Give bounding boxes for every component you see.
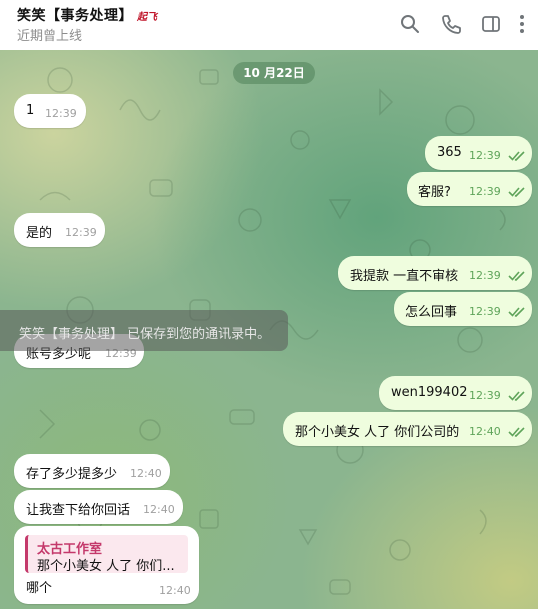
sidebar-toggle-icon[interactable] [480, 13, 502, 35]
search-icon[interactable] [399, 13, 421, 35]
message-time: 12:40 [469, 425, 501, 438]
chat-title[interactable]: 笑笑【事务处理】 [17, 5, 133, 25]
message-text: 那个小美女 人了 你们公司的 [295, 425, 460, 440]
message-time: 12:39 [469, 185, 501, 198]
message-text: 我提款 一直不审核 [350, 269, 459, 284]
message-incoming[interactable]: 是的 12:39 [14, 213, 105, 247]
read-receipt-icon [508, 150, 526, 162]
message-outgoing[interactable]: 客服? 12:39 [407, 172, 532, 206]
read-receipt-icon [508, 270, 526, 282]
message-time: 12:39 [45, 107, 77, 120]
message-outgoing[interactable]: 我提款 一直不审核 12:39 [338, 256, 532, 290]
toast-text: 笑笑【事务处理】 已保存到您的通讯录中。 [19, 327, 271, 342]
reply-quote[interactable]: 太古工作室 那个小美女 人了 你们... [25, 535, 188, 574]
message-text: 是的 [26, 226, 53, 241]
message-incoming[interactable]: 让我查下给你回话 12:40 [14, 490, 183, 524]
title-badge: 起飞 [137, 11, 157, 23]
read-receipt-icon [508, 426, 526, 438]
message-text: 哪个 [26, 581, 53, 596]
message-time: 12:39 [469, 305, 501, 318]
phone-icon[interactable] [440, 13, 462, 35]
message-time: 12:39 [469, 149, 501, 162]
message-incoming-reply[interactable]: 太古工作室 那个小美女 人了 你们... 哪个 12:40 [14, 526, 199, 604]
message-time: 12:40 [143, 503, 175, 516]
chat-status: 近期曾上线 [17, 29, 83, 44]
message-time: 12:40 [159, 584, 191, 597]
contact-saved-toast: 笑笑【事务处理】 已保存到您的通讯录中。 [0, 310, 288, 351]
message-text: 存了多少提多少 [26, 467, 118, 482]
read-receipt-icon [508, 186, 526, 198]
message-text: 怎么回事 [405, 305, 458, 320]
message-text: 1 [26, 103, 35, 118]
message-time: 12:40 [130, 467, 162, 480]
reply-text: 那个小美女 人了 你们... [37, 559, 175, 574]
read-receipt-icon [508, 306, 526, 318]
message-incoming[interactable]: 1 12:39 [14, 94, 86, 128]
message-text: 客服? [418, 185, 451, 200]
message-text: 让我查下给你回话 [26, 503, 131, 518]
message-outgoing[interactable]: wen199402 12:39 [379, 376, 532, 410]
message-outgoing[interactable]: 怎么回事 12:39 [394, 292, 532, 326]
message-text: 365 [437, 145, 462, 160]
read-receipt-icon [508, 390, 526, 402]
message-time: 12:39 [469, 389, 501, 402]
message-incoming[interactable]: 存了多少提多少 12:40 [14, 454, 170, 488]
message-time: 12:39 [469, 269, 501, 282]
message-outgoing[interactable]: 那个小美女 人了 你们公司的 12:40 [283, 412, 532, 446]
chat-title-row[interactable]: 笑笑【事务处理】 起飞 [17, 5, 157, 25]
message-time: 12:39 [65, 226, 97, 239]
chat-header: 笑笑【事务处理】 起飞 近期曾上线 [0, 0, 538, 50]
message-outgoing[interactable]: 365 12:39 [425, 136, 532, 170]
more-vertical-icon[interactable] [514, 13, 530, 35]
date-separator: 10 月22日 [233, 62, 315, 84]
message-text: wen199402 [391, 385, 468, 400]
